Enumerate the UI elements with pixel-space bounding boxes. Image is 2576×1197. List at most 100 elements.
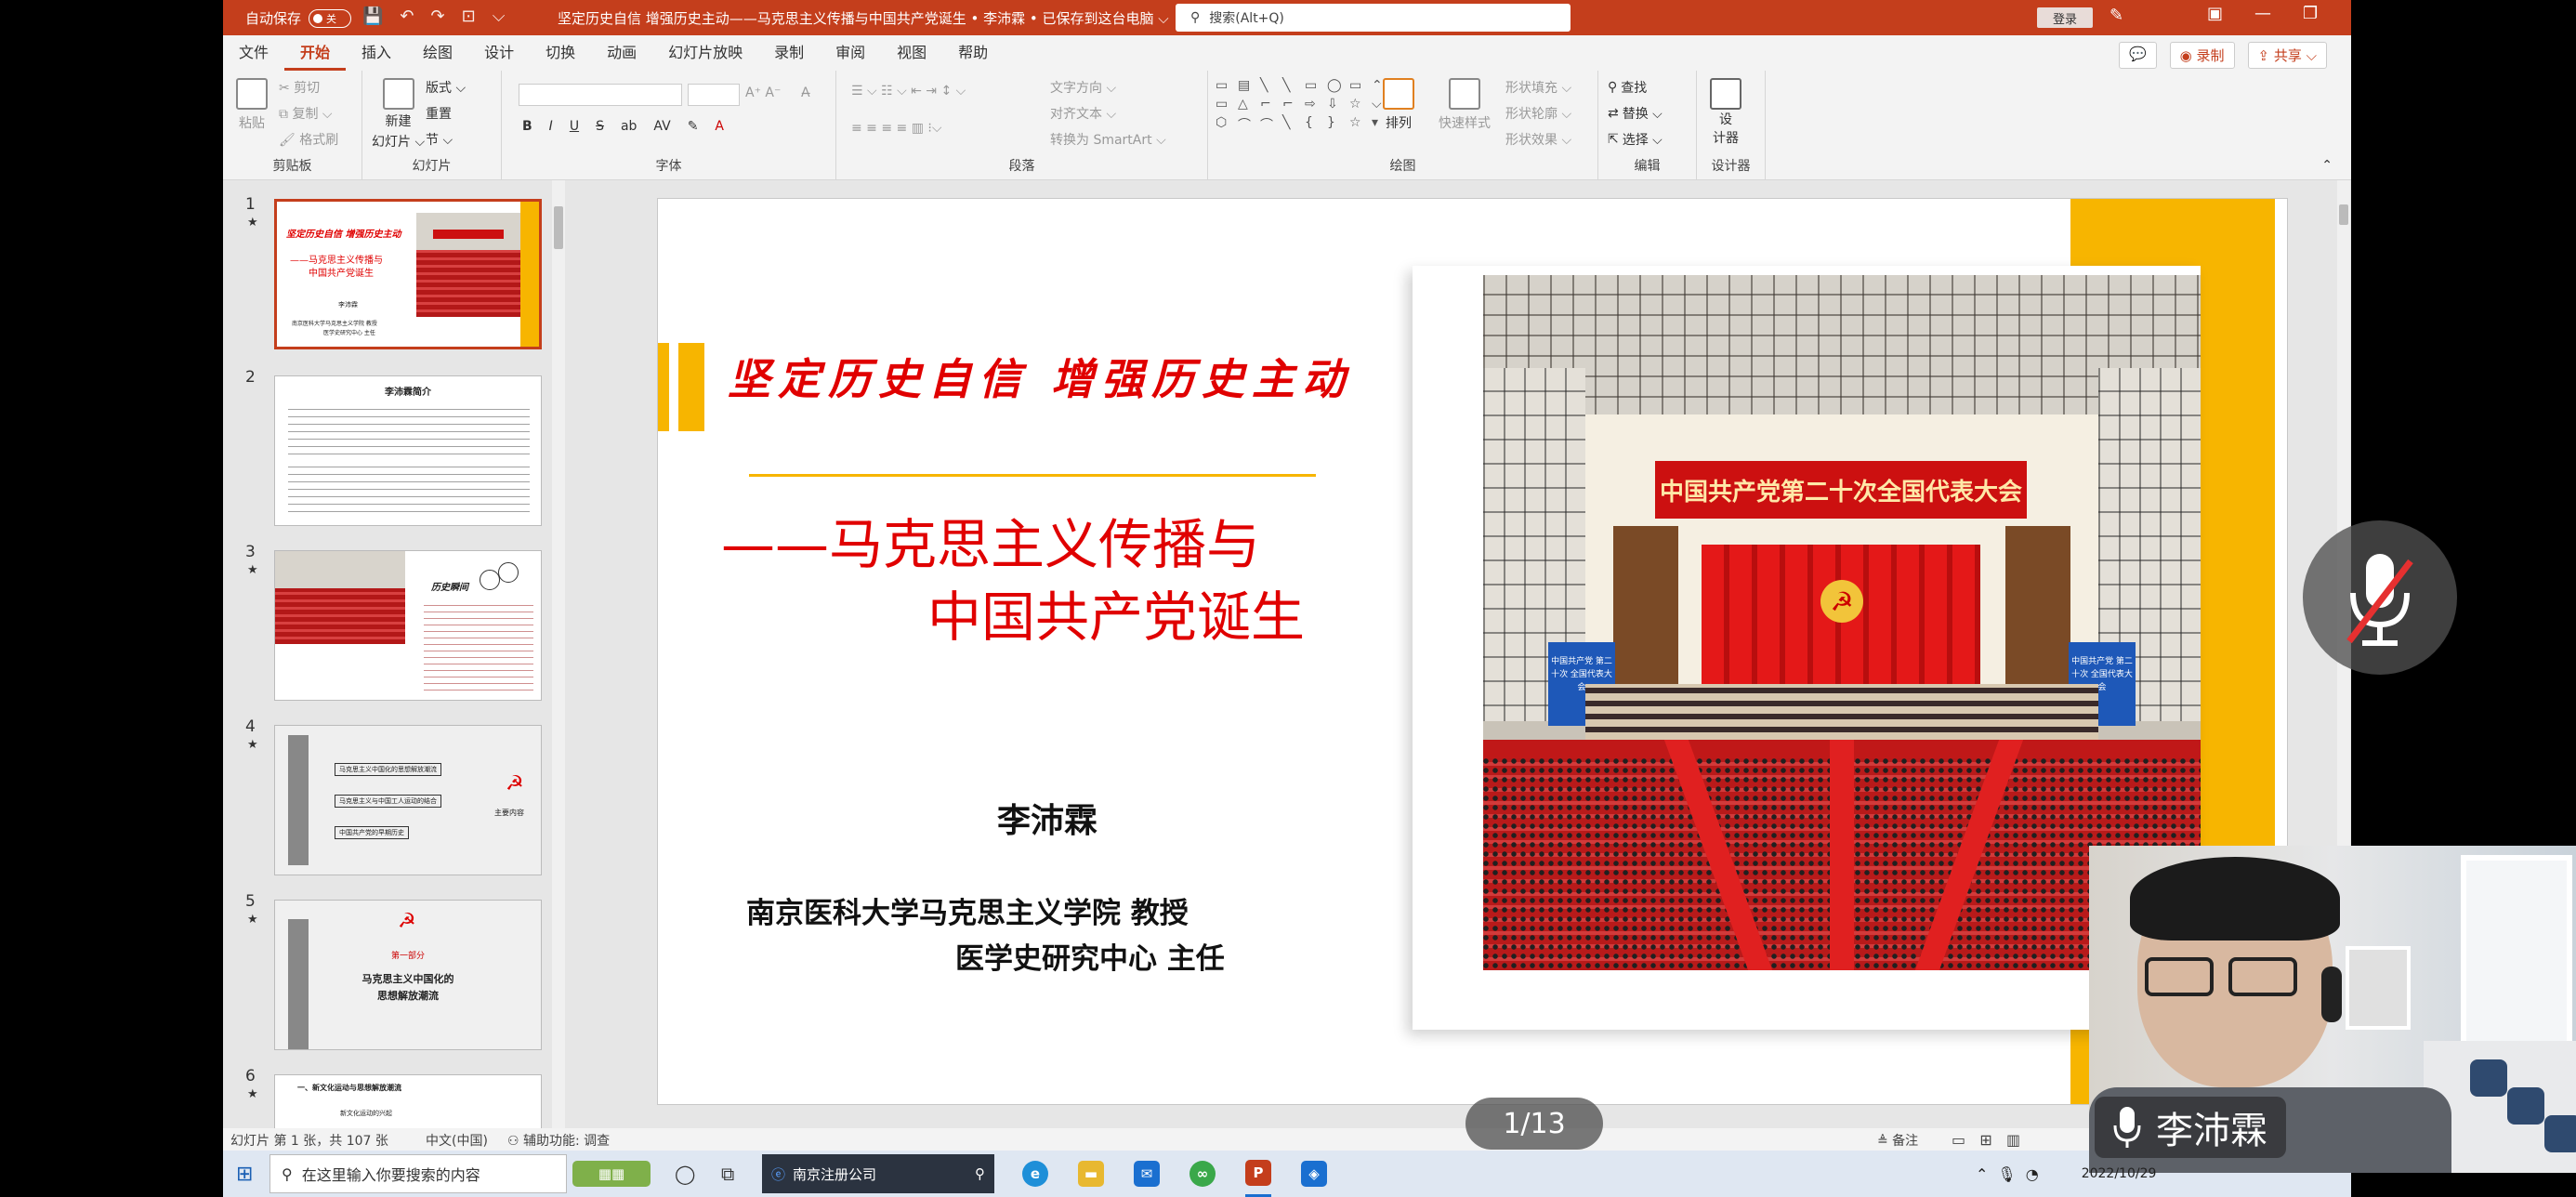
slide-subtitle-line2[interactable]: 中国共产党诞生 (927, 573, 1305, 651)
accessibility-status[interactable]: ⚇ 辅助功能: 调查 (507, 1131, 610, 1150)
autosave-toggle[interactable]: 关 (309, 8, 352, 28)
widget-icon[interactable]: ▦▦ (572, 1151, 651, 1197)
section-button[interactable]: 节 ⌵ (426, 130, 453, 149)
tab-transitions[interactable]: 切换 (530, 35, 591, 71)
ribbon-display-icon[interactable]: ▣ (2207, 4, 2223, 23)
find-button[interactable]: ⚲ 查找 (1608, 78, 1647, 97)
slide-canvas[interactable]: 坚定历史自信 增强历史主动 ——马克思主义传播与 中国共产党诞生 李沛霖 南京医… (657, 198, 2288, 1105)
share-button[interactable]: ⇪ 共享 ⌵ (2247, 42, 2327, 69)
copy-button[interactable]: ⧉ 复制 ⌵ (279, 104, 333, 123)
cortana-icon[interactable]: ◯ (675, 1151, 695, 1197)
thumbnail-slide-4[interactable]: 马克思主义中国化的思想解放潮流 马克思主义与中国工人运动的结合 中国共产党的早期… (274, 725, 542, 875)
mail-icon[interactable]: ✉ (1134, 1151, 1160, 1197)
select-button[interactable]: ⇱ 选择 ⌵ (1608, 130, 1663, 149)
save-icon[interactable]: 💾 (362, 7, 383, 26)
smartart-button[interactable]: 转换为 SmartArt ⌵ (1050, 130, 1166, 149)
format-painter-button[interactable]: 🖌 格式刷 (279, 130, 338, 149)
shape-fill-button[interactable]: 形状填充 ⌵ (1505, 78, 1571, 97)
align-text-button[interactable]: 对齐文本 ⌵ (1050, 104, 1116, 123)
shape-outline-button[interactable]: 形状轮廓 ⌵ (1505, 104, 1571, 123)
list-buttons[interactable]: ☰ ⌵ ☷ ⌵ ⇤ ⇥ ↕ ⌵ (851, 84, 966, 99)
taskbar-search[interactable]: ⚲ 在这里输入你要搜索的内容 (269, 1154, 567, 1193)
app-green-icon[interactable]: ∞ (1189, 1151, 1216, 1197)
muted-microphone-button[interactable] (2303, 520, 2457, 675)
tab-home[interactable]: 开始 (284, 35, 347, 71)
slide-title[interactable]: 坚定历史自信 增强历史主动 (728, 346, 1352, 407)
maximize-icon[interactable]: ❐ (2303, 4, 2318, 23)
document-title[interactable]: 坚定历史自信 增强历史主动——马克思主义传播与中国共产党诞生 • 李沛霖 • 已… (558, 8, 1169, 28)
tab-review[interactable]: 审阅 (820, 35, 881, 71)
pen-icon[interactable]: ✎ (2109, 6, 2123, 25)
undo-icon[interactable]: ↶ (400, 7, 414, 26)
language-status[interactable]: 中文(中国) (426, 1131, 488, 1150)
collapse-ribbon-icon[interactable]: ⌃ (2321, 158, 2333, 173)
shapes-gallery[interactable]: ▭ ▤ ╲ ╲ ▭ ◯ ▭ ⌃ ▭ △ ⌐ ⌐ ⇨ ⇩ ☆ ⌵ ⬡ ⌒ ⌒ ╲{} ☆ ▾ (1216, 78, 1383, 134)
font-color-button[interactable]: A (715, 119, 724, 134)
customize-qat-icon[interactable]: ⌵ (493, 7, 506, 26)
tray-mic-icon[interactable]: 🎙 (1997, 1165, 2016, 1183)
tab-insert[interactable]: 插入 (346, 35, 407, 71)
shadow-button[interactable]: ab (621, 119, 637, 134)
login-button[interactable]: 登录 (2037, 7, 2093, 28)
minimize-icon[interactable]: — (2254, 4, 2271, 23)
replace-button[interactable]: ⇄ 替换 ⌵ (1608, 104, 1663, 123)
slide-author[interactable]: 李沛霖 (997, 794, 1097, 842)
spacing-button[interactable]: AV (653, 119, 670, 134)
tab-draw[interactable]: 绘图 (407, 35, 468, 71)
tab-animations[interactable]: 动画 (591, 35, 652, 71)
new-slide-button[interactable]: 新建 幻灯片 ⌵ (372, 78, 425, 151)
thumbnail-scrollbar[interactable] (552, 180, 565, 1128)
redo-icon[interactable]: ↷ (431, 7, 445, 26)
tray-wifi-icon[interactable]: ◔ (2026, 1165, 2039, 1183)
tray-date[interactable]: 2022/10/29 (2082, 1166, 2157, 1181)
comments-icon[interactable]: 💬 (2118, 42, 2157, 69)
layout-button[interactable]: 版式 ⌵ (426, 78, 466, 97)
underline-button[interactable]: U (570, 119, 579, 134)
powerpoint-icon[interactable]: P (1245, 1151, 1271, 1197)
record-button[interactable]: ◉ 录制 (2169, 42, 2235, 69)
thumbnail-slide-2[interactable]: 李沛霖简介 (274, 375, 542, 526)
tab-help[interactable]: 帮助 (942, 35, 1004, 71)
grow-font-icon[interactable]: A⁺ A⁻ (745, 86, 781, 100)
tray-chevron-icon[interactable]: ⌃ (1976, 1165, 1988, 1183)
autosave-control[interactable]: 自动保存 关 (245, 8, 352, 28)
meeting-app-icon[interactable]: ◈ (1301, 1151, 1327, 1197)
text-direction-button[interactable]: 文字方向 ⌵ (1050, 78, 1116, 97)
edge-icon[interactable]: e (1022, 1151, 1048, 1197)
italic-button[interactable]: I (549, 119, 553, 134)
reset-button[interactable]: 重置 (426, 104, 452, 123)
font-size-dropdown[interactable] (688, 84, 740, 106)
paste-button[interactable]: 粘贴 (236, 78, 268, 132)
thumbnail-slide-6[interactable]: 一、新文化运动与思想解放潮流 新文化运动的兴起 (274, 1074, 542, 1128)
tab-record[interactable]: 录制 (758, 35, 820, 71)
task-view-icon[interactable]: ⧉ (721, 1151, 734, 1197)
align-buttons[interactable]: ≡ ≡ ≡ ≡ ▥ ⁝⌵ (851, 121, 941, 136)
tab-design[interactable]: 设计 (468, 35, 530, 71)
windows-start-icon[interactable]: ⊞ (236, 1151, 253, 1197)
highlight-button[interactable]: ✎ (688, 119, 699, 134)
view-buttons[interactable]: ▭ ⊞ ▥ (1952, 1131, 2020, 1149)
thumbnail-slide-1[interactable]: 坚定历史自信 增强历史主动 ——马克思主义传播与 中国共产党诞生 李沛霖 南京医… (274, 199, 542, 349)
close-icon[interactable]: ✕ (2349, 4, 2351, 23)
tab-file[interactable]: 文件 (223, 35, 284, 71)
clear-format-icon[interactable]: A̶ (801, 86, 810, 100)
strike-button[interactable]: S (596, 119, 604, 134)
file-explorer-icon[interactable]: ▬ (1078, 1151, 1104, 1197)
thumbnail-slide-3[interactable]: 历史瞬间 (274, 550, 542, 701)
taskbar-company-search[interactable]: ⓔ 南京注册公司 ⚲ (762, 1154, 994, 1193)
font-name-dropdown[interactable] (519, 84, 682, 106)
present-icon[interactable]: ⊡ (462, 7, 476, 26)
notes-button[interactable]: ≜ 备注 (1877, 1131, 1918, 1150)
tab-slideshow[interactable]: 幻灯片放映 (652, 35, 758, 71)
arrange-button[interactable]: 排列 (1383, 78, 1414, 132)
search-box[interactable]: ⚲ 搜索(Alt+Q) (1176, 4, 1571, 32)
shape-effects-button[interactable]: 形状效果 ⌵ (1505, 130, 1571, 149)
thumbnail-slide-5[interactable]: ☭ 第一部分 马克思主义中国化的 思想解放潮流 (274, 900, 542, 1050)
quick-styles-button[interactable]: 快速样式 (1439, 78, 1491, 132)
cut-button[interactable]: ✂ 剪切 (279, 78, 320, 97)
slide-affiliation-line2[interactable]: 医学史研究中心 主任 (955, 935, 1225, 977)
designer-button[interactable]: 设 计器 (1710, 78, 1741, 147)
bold-button[interactable]: B (522, 119, 532, 134)
slide-affiliation-line1[interactable]: 南京医科大学马克思主义学院 教授 (746, 889, 1189, 931)
slide-subtitle-line1[interactable]: ——马克思主义传播与 (721, 501, 1260, 579)
